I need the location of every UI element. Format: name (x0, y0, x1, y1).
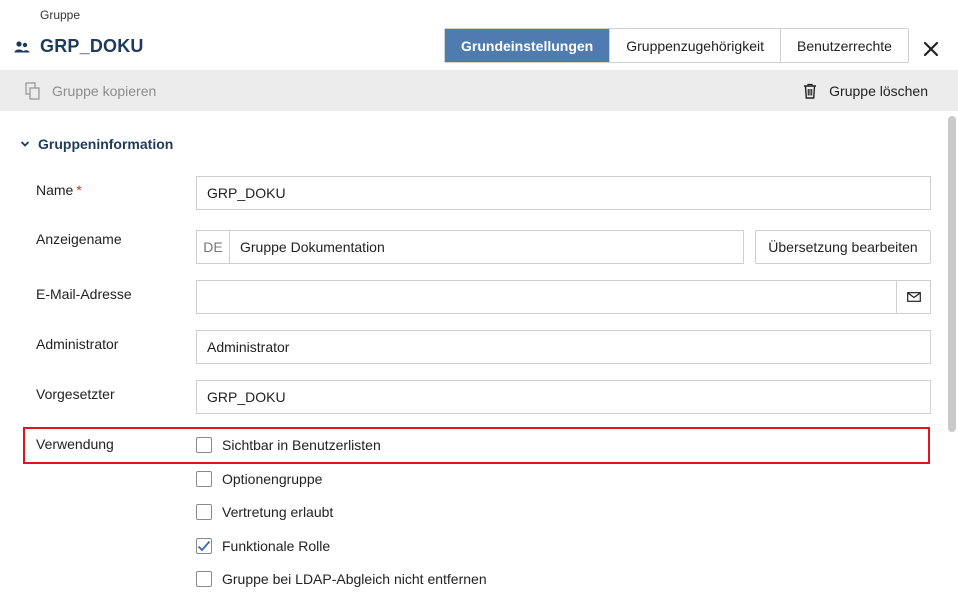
email-field[interactable] (197, 281, 896, 313)
checkbox-label: Gruppe bei LDAP-Abgleich nicht entfernen (222, 571, 487, 587)
mail-button[interactable] (896, 281, 930, 313)
checkmark-icon (197, 540, 211, 552)
display-name-field[interactable] (230, 231, 743, 263)
usage-label: Verwendung (36, 436, 114, 452)
display-name-label: Anzeigename (36, 231, 122, 247)
copy-icon (24, 81, 42, 100)
tab-benutzerrechte[interactable]: Benutzerrechte (780, 29, 908, 62)
checkbox-label: Sichtbar in Benutzerlisten (222, 437, 381, 453)
checkbox-label: Optionengruppe (222, 471, 323, 487)
close-icon (923, 41, 939, 57)
checkbox-box-checked[interactable] (196, 538, 212, 554)
name-field[interactable] (196, 176, 931, 210)
edit-translation-button[interactable]: Übersetzung bearbeiten (755, 230, 931, 264)
toolbar: Gruppe kopieren Gruppe löschen (0, 70, 958, 111)
administrator-field[interactable] (196, 330, 931, 364)
vertical-scrollbar[interactable] (948, 116, 956, 432)
email-group (196, 280, 931, 314)
copy-group-button[interactable]: Gruppe kopieren (24, 81, 157, 100)
delete-group-button[interactable]: Gruppe löschen (801, 82, 928, 100)
checkbox-keep-on-ldap-sync[interactable]: Gruppe bei LDAP-Abgleich nicht entfernen (196, 571, 487, 587)
display-name-group: DE (196, 230, 744, 264)
close-button[interactable] (918, 36, 944, 62)
section-toggle-gruppeninformation[interactable]: Gruppeninformation (20, 136, 173, 152)
name-label: Name * (36, 182, 82, 198)
page-title: GRP_DOKU (40, 36, 144, 56)
checkbox-substitution-allowed[interactable]: Vertretung erlaubt (196, 504, 333, 520)
checkbox-visible-in-user-lists[interactable]: Sichtbar in Benutzerlisten (196, 437, 381, 453)
checkbox-options-group[interactable]: Optionengruppe (196, 471, 322, 487)
administrator-label: Administrator (36, 336, 119, 352)
language-tag: DE (197, 231, 230, 263)
title-row: GRP_DOKU (12, 36, 144, 57)
supervisor-field[interactable] (196, 380, 931, 414)
checkbox-label: Vertretung erlaubt (222, 504, 334, 520)
checkbox-box[interactable] (196, 437, 212, 453)
chevron-down-icon (20, 138, 32, 150)
checkbox-box[interactable] (196, 504, 212, 520)
checkbox-label: Funktionale Rolle (222, 538, 331, 554)
group-icon (12, 37, 32, 57)
email-label: E-Mail-Adresse (36, 286, 132, 302)
checkbox-box[interactable] (196, 471, 212, 487)
checkbox-box[interactable] (196, 571, 212, 587)
trash-icon (801, 82, 819, 100)
tab-bar: Grundeinstellungen Gruppenzugehörigkeit … (444, 28, 909, 63)
mail-icon (906, 292, 921, 302)
tab-gruppenzugehoerigkeit[interactable]: Gruppenzugehörigkeit (609, 29, 780, 62)
tab-grundeinstellungen[interactable]: Grundeinstellungen (445, 29, 610, 62)
supervisor-label: Vorgesetzter (36, 386, 115, 402)
highlight-box (23, 427, 930, 464)
section-title: Gruppeninformation (38, 136, 174, 152)
delete-group-label: Gruppe löschen (829, 82, 928, 99)
checkbox-functional-role[interactable]: Funktionale Rolle (196, 538, 330, 554)
breadcrumb: Gruppe (40, 8, 81, 22)
copy-group-label: Gruppe kopieren (52, 82, 157, 99)
required-marker: * (76, 182, 82, 198)
